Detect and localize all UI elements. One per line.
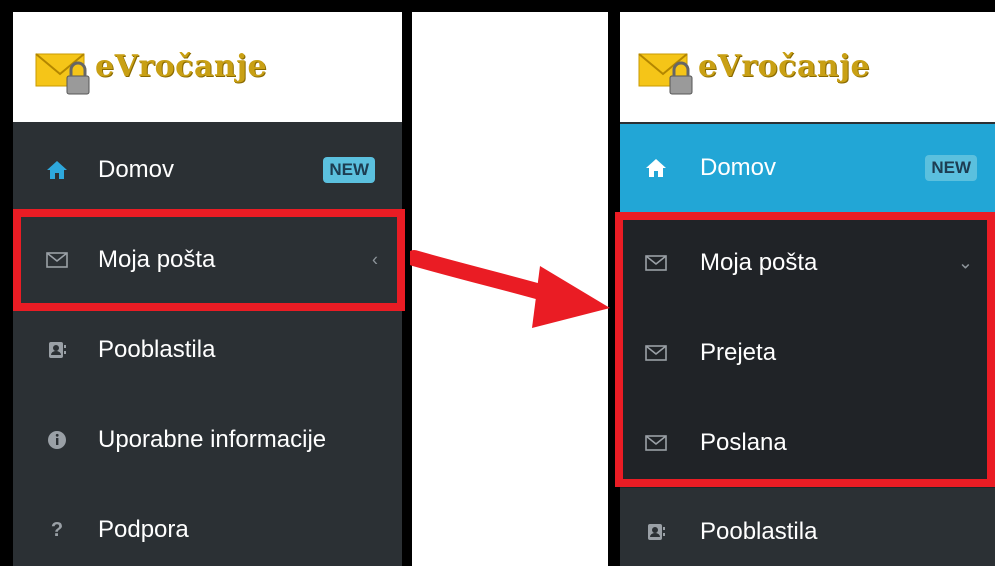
submenu-item-label: Poslana (700, 429, 787, 456)
brand-name: eVročanje (95, 49, 268, 84)
new-badge: NEW (925, 155, 977, 181)
home-icon (644, 156, 668, 180)
frame-border-top (0, 0, 995, 12)
sidebar-item-label: Domov (700, 154, 777, 181)
sidebar-item-podpora[interactable]: ? Podpora (13, 486, 402, 566)
info-icon (45, 428, 69, 452)
home-icon (45, 158, 69, 182)
envelope-icon (45, 248, 69, 272)
contact-card-icon (45, 338, 69, 362)
brand-header[interactable]: eVročanje (620, 12, 995, 122)
sidebar-item-label: Pooblastila (98, 336, 216, 363)
envelope-icon (644, 341, 668, 365)
submenu-item-poslana[interactable]: Poslana (620, 398, 995, 488)
sidebar-item-label: Uporabne informacije (98, 426, 327, 453)
sidebar-item-label: Domov (98, 156, 175, 183)
envelope-lock-icon (638, 53, 693, 95)
sidebar-item-label: Moja pošta (98, 246, 216, 273)
sidebar-item-moja-posta[interactable]: Moja pošta ⌄ (620, 218, 995, 308)
sidebar-item-domov[interactable]: Domov NEW (13, 126, 402, 214)
envelope-icon (644, 431, 668, 455)
sidebar-item-moja-posta[interactable]: Moja pošta ‹ (13, 216, 402, 304)
sidebar-item-uporabne-informacije[interactable]: Uporabne informacije (13, 396, 402, 484)
submenu-item-prejeta[interactable]: Prejeta (620, 308, 995, 398)
frame-border-left (0, 0, 13, 566)
contact-card-icon (644, 520, 668, 544)
sidebar-item-label: Pooblastila (700, 518, 818, 545)
new-badge: NEW (323, 157, 375, 183)
envelope-icon (644, 251, 668, 275)
submenu-item-label: Prejeta (700, 339, 777, 366)
sidebar-collapsed: eVročanje Domov NEW Moja pošta ‹ Pooblas… (13, 12, 402, 566)
brand-header[interactable]: eVročanje (13, 12, 402, 122)
sidebar-expanded: eVročanje Domov NEW Moja pošta ⌄ Prejeta… (620, 12, 995, 566)
sidebar-item-label: Podpora (98, 516, 189, 543)
sidebar-item-label: Moja pošta (700, 249, 818, 276)
question-icon: ? (50, 518, 64, 541)
brand-name: eVročanje (698, 49, 871, 84)
sidebar-item-domov[interactable]: Domov NEW (620, 124, 995, 212)
red-arrow-icon (410, 250, 610, 328)
chevron-left-icon: ‹ (372, 249, 378, 270)
envelope-lock-icon (35, 53, 90, 95)
sidebar-item-pooblastila[interactable]: Pooblastila (13, 306, 402, 394)
chevron-down-icon: ⌄ (957, 252, 973, 273)
sidebar-item-pooblastila[interactable]: Pooblastila (620, 488, 995, 566)
